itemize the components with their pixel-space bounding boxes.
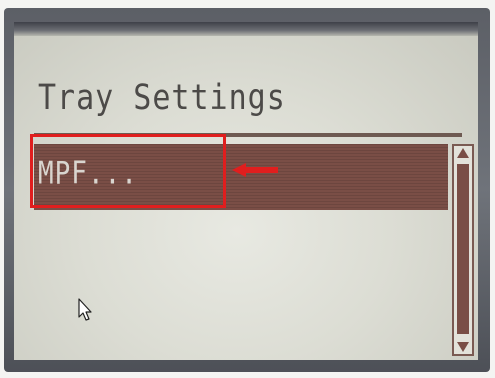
left-arrow-icon bbox=[232, 163, 278, 177]
photo-background: Tray Settings MPF... bbox=[0, 0, 495, 378]
triangle-down-icon[interactable] bbox=[457, 342, 469, 352]
mouse-pointer-icon bbox=[78, 298, 92, 321]
triangle-up-icon[interactable] bbox=[457, 148, 469, 158]
scroll-thumb[interactable] bbox=[457, 164, 469, 334]
annotation-highlight-box bbox=[30, 134, 226, 208]
scrollbar[interactable] bbox=[452, 144, 474, 356]
page-title: Tray Settings bbox=[38, 78, 286, 119]
screen-top-edge bbox=[14, 22, 478, 36]
